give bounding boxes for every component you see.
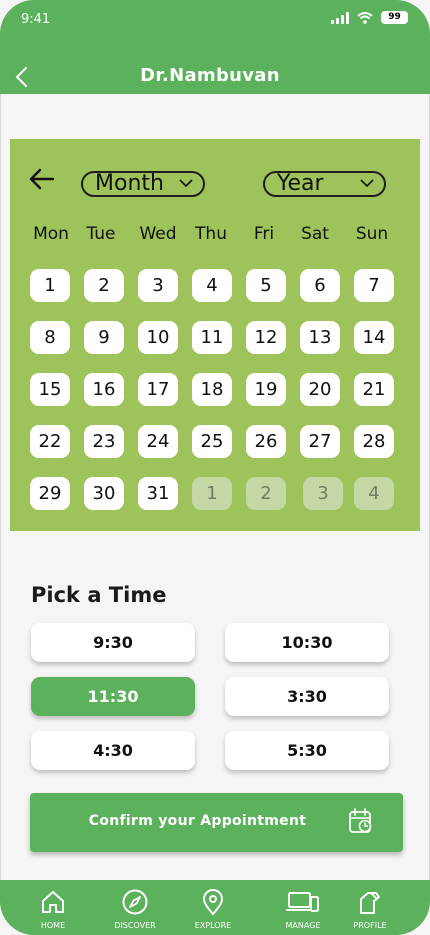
wifi-icon: [357, 11, 373, 24]
calendar-day[interactable]: 18: [192, 373, 232, 406]
calendar-day[interactable]: 22: [30, 425, 70, 458]
calendar-day[interactable]: 31: [138, 477, 178, 510]
month-select-label: Month: [95, 171, 164, 196]
profile-icon: [360, 892, 380, 914]
next-month-day: 3: [303, 477, 343, 510]
status-icons: 99: [331, 11, 408, 24]
calendar-day[interactable]: 3: [138, 269, 178, 302]
nav-label: PROFILE: [353, 921, 387, 930]
nav-label: HOME: [40, 921, 66, 930]
status-time: 9:41: [21, 12, 51, 27]
nav-profile[interactable]: PROFILE: [335, 880, 405, 935]
calendar-clock-icon: [349, 808, 372, 833]
calendar-day[interactable]: 30: [84, 477, 124, 510]
calendar-day[interactable]: 25: [192, 425, 232, 458]
calendar-day[interactable]: 15: [30, 373, 70, 406]
calendar-day[interactable]: 1: [30, 269, 70, 302]
signal-icon: [331, 11, 349, 24]
year-select-label: Year: [277, 171, 324, 196]
nav-home[interactable]: HOME: [18, 880, 88, 935]
calendar-day[interactable]: 23: [84, 425, 124, 458]
nav-label: DISCOVER: [114, 921, 156, 930]
weekday-label: Tue: [86, 224, 116, 244]
location-pin-icon: [202, 889, 224, 916]
time-slot[interactable]: 3:30: [225, 677, 389, 716]
nav-label: EXPLORE: [194, 921, 232, 930]
weekday-label: Sun: [355, 224, 389, 244]
bottom-nav: HOME DISCOVER EXPLORE MANAGE PROFILE: [0, 880, 430, 935]
calendar-day[interactable]: 19: [246, 373, 286, 406]
app-header: 9:41 99 Dr.Nambuvan: [0, 0, 430, 94]
confirm-appointment-button[interactable]: Confirm your Appointment: [30, 793, 403, 852]
calendar-day[interactable]: 21: [354, 373, 394, 406]
calendar-panel: Month Year Mon Tue Wed Thu Fri Sat Sun 1…: [10, 139, 420, 531]
calendar-day[interactable]: 8: [30, 321, 70, 354]
pick-time-heading: Pick a Time: [31, 583, 167, 607]
phone-screen: 9:41 99 Dr.Nambuvan Month Year Mon Tue W…: [0, 0, 430, 935]
calendar-day[interactable]: 16: [84, 373, 124, 406]
confirm-button-label: Confirm your Appointment: [88, 813, 307, 829]
time-slot[interactable]: 5:30: [225, 731, 389, 770]
month-select[interactable]: Month: [81, 171, 205, 197]
calendar-day[interactable]: 9: [84, 321, 124, 354]
calendar-day[interactable]: 7: [354, 269, 394, 302]
page-title: Dr.Nambuvan: [140, 65, 280, 86]
chevron-down-icon: [360, 179, 374, 188]
calendar-day[interactable]: 14: [354, 321, 394, 354]
year-select[interactable]: Year: [263, 171, 386, 197]
chevron-down-icon: [179, 179, 193, 188]
nav-manage[interactable]: MANAGE: [268, 880, 338, 935]
battery-icon: 99: [381, 11, 408, 24]
weekday-label: Wed: [139, 224, 177, 244]
calendar-day[interactable]: 11: [192, 321, 232, 354]
devices-icon: [286, 892, 319, 912]
calendar-day[interactable]: 28: [354, 425, 394, 458]
next-month-day: 2: [246, 477, 286, 510]
nav-explore[interactable]: EXPLORE: [178, 880, 248, 935]
calendar-day[interactable]: 5: [246, 269, 286, 302]
time-slot[interactable]: 9:30: [31, 623, 195, 662]
weekday-label: Fri: [253, 224, 275, 244]
calendar-day[interactable]: 12: [246, 321, 286, 354]
compass-icon: [122, 889, 148, 915]
calendar-day[interactable]: 10: [138, 321, 178, 354]
calendar-day[interactable]: 20: [300, 373, 340, 406]
weekday-label: Mon: [33, 224, 69, 244]
next-month-day: 1: [192, 477, 232, 510]
calendar-day[interactable]: 6: [300, 269, 340, 302]
calendar-day[interactable]: 29: [30, 477, 70, 510]
nav-label: MANAGE: [285, 921, 321, 930]
calendar-day[interactable]: 27: [300, 425, 340, 458]
time-slot[interactable]: 4:30: [31, 731, 195, 770]
calendar-day[interactable]: 24: [138, 425, 178, 458]
calendar-day[interactable]: 26: [246, 425, 286, 458]
weekday-label: Thu: [195, 224, 227, 244]
calendar-day[interactable]: 4: [192, 269, 232, 302]
calendar-day[interactable]: 2: [84, 269, 124, 302]
calendar-day[interactable]: 17: [138, 373, 178, 406]
calendar-day[interactable]: 13: [300, 321, 340, 354]
next-month-day: 4: [354, 477, 394, 510]
back-arrow-icon[interactable]: [28, 167, 56, 191]
time-slot[interactable]: 10:30: [225, 623, 389, 662]
nav-discover[interactable]: DISCOVER: [100, 880, 170, 935]
time-slot-selected[interactable]: 11:30: [31, 677, 195, 716]
weekday-label: Sat: [301, 224, 329, 244]
home-icon: [42, 891, 64, 913]
